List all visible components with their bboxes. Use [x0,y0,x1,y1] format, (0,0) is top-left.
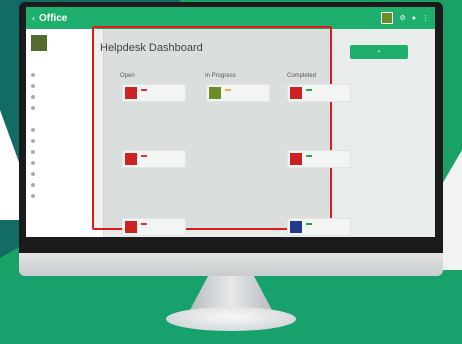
user-avatar[interactable] [381,12,394,24]
sidebar-icon [31,149,35,154]
monitor-chin [19,253,443,276]
sidebar-icon [31,193,35,198]
ticket-icon [290,87,302,99]
profile [31,35,98,51]
ticket-icon [209,87,221,99]
sidebar-icon [31,171,35,176]
status-badge [306,155,312,157]
sidebar-item[interactable] [31,81,98,90]
status-badge [141,155,147,157]
status-badge [141,89,147,91]
sidebar-item[interactable] [31,92,98,101]
sidebar-item[interactable] [31,191,98,200]
sidebar-icon [31,105,35,110]
settings-icon[interactable]: ⚙ [399,14,405,22]
status-badge [306,89,312,91]
monitor-base [166,307,296,331]
sidebar-icon [31,83,35,88]
sidebar-section [31,114,98,123]
sidebar-icon [31,94,35,99]
sidebar-item[interactable] [31,169,98,178]
more-icon[interactable]: ⋮ [422,14,429,22]
sidebar-item[interactable] [31,136,98,145]
ticket-icon [290,221,302,233]
sidebar-item[interactable] [31,70,98,79]
status-badge [306,223,312,225]
brand-title: Office [39,12,68,24]
sidebar-icon [31,138,35,143]
sidebar-item[interactable] [31,180,98,189]
highlight-box [92,26,332,230]
status-badge [225,89,231,91]
sidebar-icon [31,127,35,132]
ticket-card[interactable] [122,150,186,168]
avatar [31,35,47,51]
sidebar-item[interactable] [31,125,98,134]
sidebar-item[interactable] [31,147,98,156]
ticket-icon [125,153,137,165]
status-badge [141,223,147,225]
back-icon[interactable]: ‹ [32,13,35,23]
sidebar-icon [31,182,35,187]
column-open: Open [120,73,135,79]
ticket-icon [125,87,137,99]
add-ticket-button[interactable]: + [350,45,408,59]
ticket-card[interactable] [287,150,351,168]
ticket-icon [290,153,302,165]
ticket-card[interactable] [122,218,186,236]
sidebar-icon [31,160,35,165]
sidebar-item[interactable] [31,158,98,167]
ticket-card[interactable] [122,84,186,102]
page-title: Helpdesk Dashboard [100,42,203,54]
column-in-progress: In Progress [205,73,236,79]
ticket-card[interactable] [287,218,351,236]
ticket-card[interactable] [287,84,351,102]
sidebar-section [31,59,98,68]
sidebar-item[interactable] [31,103,98,112]
column-completed: Completed [287,73,317,79]
notifications-icon[interactable]: ● [412,15,416,22]
sidebar-icon [31,72,35,77]
ticket-icon [125,221,137,233]
ticket-card[interactable] [206,84,270,102]
topbar-actions: ⚙ ● ⋮ [381,12,429,24]
